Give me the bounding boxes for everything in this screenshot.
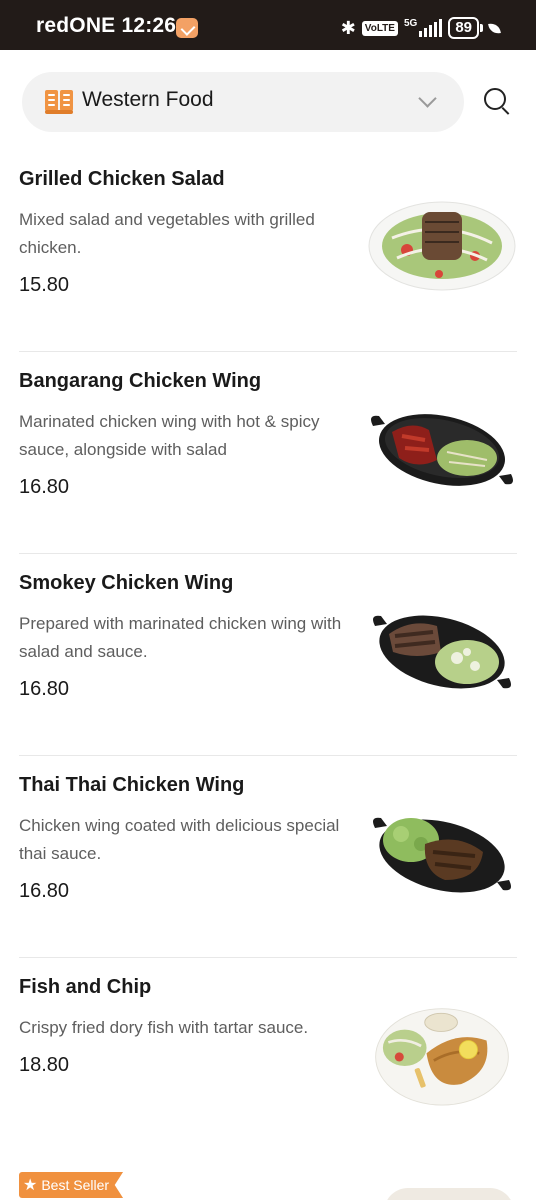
item-name: Grilled Chicken Salad [19, 168, 225, 190]
item-price: 16.80 [19, 476, 70, 498]
status-bar: redONE 12:26 ✱ VoLTE 5G 89 [0, 0, 536, 50]
carrier-time: redONE 12:26 [36, 14, 176, 38]
item-description: Mixed salad and vegetables with grilled … [19, 210, 315, 257]
item-photo [368, 201, 516, 291]
menu-item[interactable]: Thai Thai Chicken Wing Chicken wing coat… [19, 756, 517, 958]
item-name: Bangarang Chicken Wing [19, 370, 262, 392]
item-price: 15.80 [19, 274, 70, 296]
item-description: Prepared with marinated chicken wing wit… [19, 614, 342, 661]
item-name: Thai Thai Chicken Wing [19, 774, 245, 796]
battery-tip [480, 24, 483, 32]
item-price: 16.80 [19, 678, 70, 700]
book-icon [45, 90, 73, 114]
item-description: Marinated chicken wing with hot & spicy … [19, 412, 320, 459]
notification-icon [176, 18, 198, 38]
search-icon[interactable] [484, 88, 511, 115]
menu-item[interactable]: Smokey Chicken Wing Prepared with marina… [19, 554, 517, 756]
category-dropdown[interactable]: Western Food [22, 72, 464, 132]
item-price: 18.80 [19, 1054, 70, 1076]
chevron-down-icon [418, 89, 437, 108]
leaf-icon [488, 21, 501, 35]
network-type: 5G [403, 17, 418, 29]
item-photo [373, 615, 511, 689]
volte-badge: VoLTE [361, 20, 398, 36]
best-seller-badge: ★ Best Seller [19, 1172, 124, 1198]
bluetooth-icon: ✱ [340, 17, 356, 38]
item-photo-partial [384, 1188, 514, 1200]
item-photo [371, 414, 513, 486]
item-name: Smokey Chicken Wing [19, 572, 234, 594]
item-price: 16.80 [19, 880, 70, 902]
battery-icon: 89 [448, 17, 479, 39]
badge-label: Best Seller [41, 1177, 110, 1193]
star-icon: ★ [23, 1177, 38, 1194]
signal-icon [419, 19, 443, 37]
item-photo [373, 817, 511, 893]
battery-level: 89 [455, 19, 472, 36]
clock: 12:26 [121, 14, 177, 37]
carrier-name: redONE [36, 14, 116, 37]
category-label: Western Food [82, 88, 214, 111]
item-photo [375, 1008, 509, 1106]
status-icons: ✱ VoLTE 5G 89 [340, 16, 501, 40]
menu-item[interactable]: Grilled Chicken Salad Mixed salad and ve… [19, 150, 517, 352]
item-description: Crispy fried dory fish with tartar sauce… [19, 1018, 309, 1037]
item-description: Chicken wing coated with delicious speci… [19, 816, 340, 863]
menu-list: Grilled Chicken Salad Mixed salad and ve… [0, 150, 536, 1160]
item-name: Fish and Chip [19, 976, 152, 998]
menu-item[interactable]: Fish and Chip Crispy fried dory fish wit… [19, 958, 517, 1160]
menu-item[interactable]: Bangarang Chicken Wing Marinated chicken… [19, 352, 517, 554]
